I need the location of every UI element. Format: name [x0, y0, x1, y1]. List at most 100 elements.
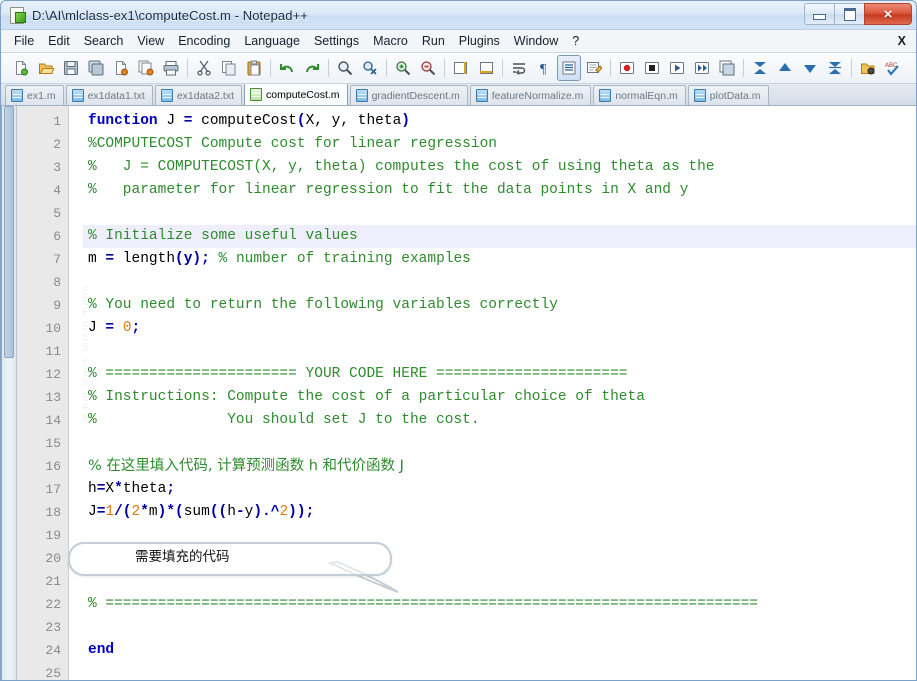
code-line[interactable] [83, 662, 916, 680]
start-record-macro-icon[interactable] [615, 55, 639, 81]
code-line[interactable] [83, 202, 916, 225]
line-number: 2 [53, 137, 61, 152]
open-file-icon[interactable] [34, 55, 58, 81]
menu-item-plugins[interactable]: Plugins [452, 32, 507, 50]
tab-gradientdescent-m[interactable]: gradientDescent.m [349, 85, 468, 105]
close-all-files-icon[interactable] [134, 55, 158, 81]
close-button[interactable]: × [864, 3, 912, 25]
focus-down-icon[interactable] [798, 55, 822, 81]
menu-item-run[interactable]: Run [415, 32, 452, 50]
code-line[interactable]: % J = COMPUTECOST(X, y, theta) computes … [83, 156, 916, 179]
paste-icon[interactable] [242, 55, 266, 81]
close-document-button[interactable]: X [898, 34, 906, 48]
zoom-in-icon[interactable] [391, 55, 415, 81]
code-line[interactable]: % You need to return the following varia… [83, 294, 916, 317]
code-token-cmt: % number of training examples [218, 251, 471, 267]
sync-vertical-scroll-icon[interactable] [449, 55, 473, 81]
code-line[interactable]: % Initialize some useful values [83, 225, 916, 248]
save-icon[interactable] [59, 55, 83, 81]
minimize-button[interactable] [804, 3, 834, 25]
menu-item-view[interactable]: View [130, 32, 171, 50]
focus-up-icon[interactable] [773, 55, 797, 81]
tab-ex1data1-txt[interactable]: ex1data1.txt [65, 85, 153, 105]
undo-icon[interactable] [275, 55, 299, 81]
scrollbar-thumb[interactable] [4, 106, 14, 358]
open-folder-explorer-icon[interactable] [856, 55, 880, 81]
code-token-plain: J [157, 113, 184, 129]
code-line[interactable]: % ======================================… [83, 593, 916, 616]
line-number: 20 [45, 551, 61, 566]
indent-guide-icon[interactable] [557, 55, 581, 81]
menu-item-encoding[interactable]: Encoding [171, 32, 237, 50]
close-file-icon[interactable] [109, 55, 133, 81]
code-line[interactable]: % You should set J to the cost. [83, 409, 916, 432]
code-line[interactable]: J = 0; [83, 317, 916, 340]
play-macro-icon[interactable] [665, 55, 689, 81]
find-icon[interactable] [333, 55, 357, 81]
replace-icon[interactable] [358, 55, 382, 81]
code-line[interactable]: m = length(y); % number of training exam… [83, 248, 916, 271]
redo-icon[interactable] [300, 55, 324, 81]
code-line[interactable]: end [83, 639, 916, 662]
toolbar-separator [187, 59, 188, 77]
tab-plotdata-m[interactable]: plotData.m [687, 85, 769, 105]
menu-item-window[interactable]: Window [507, 32, 565, 50]
menu-item-help[interactable]: ? [565, 32, 586, 50]
code-line[interactable] [83, 271, 916, 294]
code-line[interactable]: % ====================== YOUR CODE HERE … [83, 363, 916, 386]
new-file-icon[interactable] [9, 55, 33, 81]
code-line[interactable] [83, 432, 916, 455]
tab-featurenormalize-m[interactable]: featureNormalize.m [469, 85, 592, 105]
menu-item-settings[interactable]: Settings [307, 32, 366, 50]
code-token-cmt: % Initialize some useful values [88, 228, 358, 244]
user-defined-language-icon[interactable] [582, 55, 606, 81]
code-line[interactable] [83, 340, 916, 363]
menu-item-edit[interactable]: Edit [41, 32, 77, 50]
save-all-icon[interactable] [84, 55, 108, 81]
document-icon [160, 89, 173, 102]
menu-item-search[interactable]: Search [77, 32, 131, 50]
document-icon [250, 88, 263, 101]
stop-record-macro-icon[interactable] [640, 55, 664, 81]
expand-all-icon[interactable] [823, 55, 847, 81]
word-wrap-icon[interactable] [507, 55, 531, 81]
code-line[interactable] [83, 570, 916, 593]
vertical-scrollbar[interactable] [2, 106, 17, 680]
zoom-out-icon[interactable] [416, 55, 440, 81]
collapse-all-icon[interactable] [748, 55, 772, 81]
code-line[interactable]: % 在这里填入代码, 计算预测函数 h 和代价函数 J [83, 455, 916, 478]
line-number: 10 [45, 321, 61, 336]
code-line[interactable]: % Instructions: Compute the cost of a pa… [83, 386, 916, 409]
code-line[interactable]: J=1/(2*m)*(sum((h-y).^2)); [83, 501, 916, 524]
code-text-area[interactable]: WWW.WWW.WWW.WWW function J = computeCost… [83, 106, 916, 680]
code-line[interactable]: function J = computeCost(X, y, theta) [83, 110, 916, 133]
menu-item-file[interactable]: File [7, 32, 41, 50]
line-number: 19 [45, 528, 61, 543]
copy-icon[interactable] [217, 55, 241, 81]
sync-horizontal-scroll-icon[interactable] [474, 55, 498, 81]
save-macro-icon[interactable] [715, 55, 739, 81]
show-all-characters-icon[interactable]: ¶ [532, 55, 556, 81]
code-line[interactable]: % parameter for linear regression to fit… [83, 179, 916, 202]
menu-item-macro[interactable]: Macro [366, 32, 415, 50]
code-token-plain: X [105, 481, 115, 497]
print-icon[interactable] [159, 55, 183, 81]
tab-ex1data2-txt[interactable]: ex1data2.txt [154, 85, 243, 105]
tab-label: computeCost.m [266, 88, 340, 101]
code-line[interactable] [83, 616, 916, 639]
line-number: 11 [45, 344, 61, 359]
spell-check-icon[interactable]: ABC [881, 55, 905, 81]
restore-button[interactable] [834, 3, 864, 25]
menu-item-language[interactable]: Language [237, 32, 307, 50]
code-line[interactable]: h=X*theta; [83, 478, 916, 501]
code-token-cmt: % ======================================… [88, 596, 759, 612]
code-line[interactable]: %COMPUTECOST Compute cost for linear reg… [83, 133, 916, 156]
tab-ex1-m[interactable]: ex1.m [5, 85, 64, 105]
cut-icon[interactable] [192, 55, 216, 81]
fold-margin[interactable] [69, 106, 83, 680]
run-macro-multiple-icon[interactable] [690, 55, 714, 81]
tab-computecost-m[interactable]: computeCost.m [244, 84, 348, 105]
tab-normaleqn-m[interactable]: normalEqn.m [593, 85, 686, 105]
line-number: 5 [53, 206, 61, 221]
code-token-plain: J [88, 504, 97, 520]
